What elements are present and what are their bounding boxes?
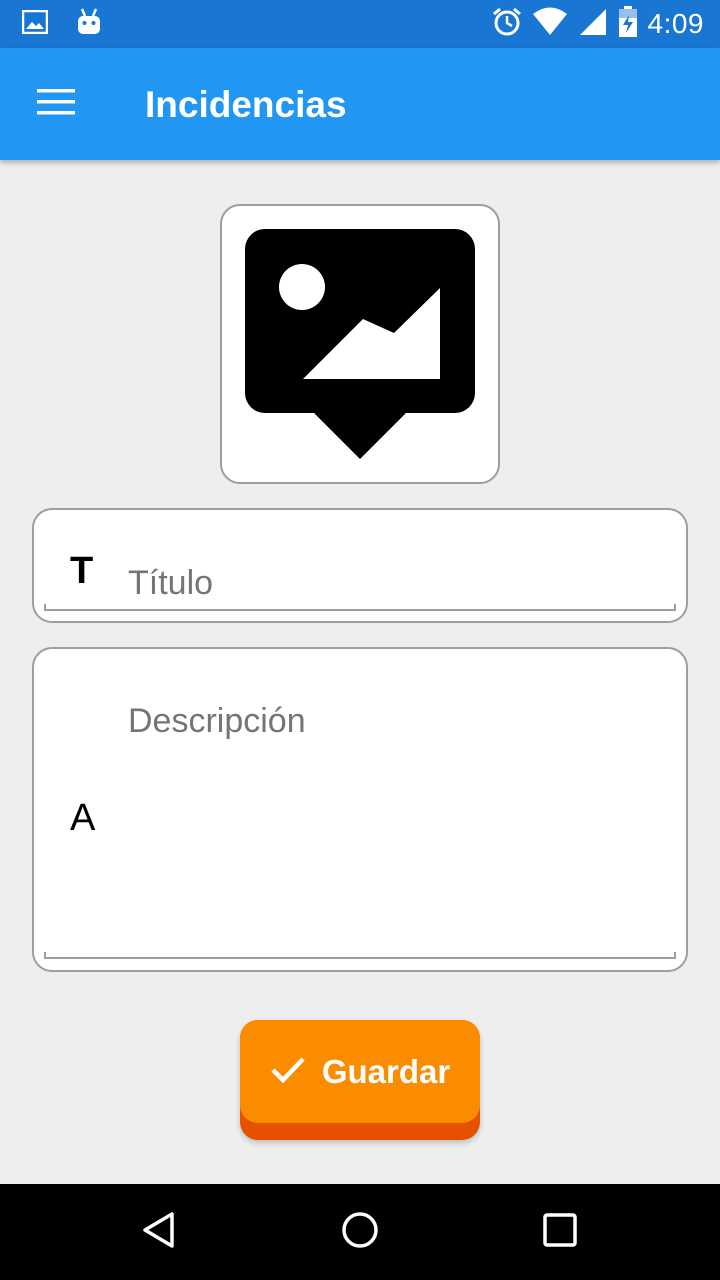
image-picker-button[interactable]: [220, 204, 500, 484]
check-icon: [270, 1054, 306, 1089]
battery-charging-icon: [618, 5, 638, 43]
app-bar: Incidencias: [0, 48, 720, 160]
status-time: 4:09: [647, 8, 704, 39]
back-button[interactable]: [128, 1208, 192, 1256]
menu-button[interactable]: [22, 78, 90, 130]
title-input[interactable]: [128, 560, 672, 606]
recents-button[interactable]: [528, 1208, 592, 1256]
title-field: T: [32, 508, 688, 623]
description-field: A: [32, 647, 688, 972]
status-bar: 4:09: [0, 0, 720, 48]
home-icon: [340, 1210, 380, 1255]
description-prefix: A: [70, 797, 96, 839]
description-underline: [44, 952, 676, 959]
back-icon: [140, 1210, 180, 1255]
navigation-bar: [0, 1184, 720, 1280]
home-button[interactable]: [328, 1208, 392, 1256]
app-title: Incidencias: [145, 84, 347, 125]
title-underline: [44, 604, 676, 611]
recents-icon: [540, 1210, 580, 1255]
save-button-label: Guardar: [321, 1052, 451, 1090]
wifi-icon: [532, 7, 568, 42]
signal-icon: [578, 7, 608, 42]
android-notification-icon: [76, 8, 102, 41]
alarm-icon: [492, 7, 522, 42]
image-notification-icon: [21, 9, 49, 39]
title-prefix: T: [70, 550, 94, 592]
save-button[interactable]: Guardar: [240, 1020, 480, 1140]
description-input[interactable]: [128, 699, 672, 939]
hamburger-menu-icon: [37, 88, 75, 121]
